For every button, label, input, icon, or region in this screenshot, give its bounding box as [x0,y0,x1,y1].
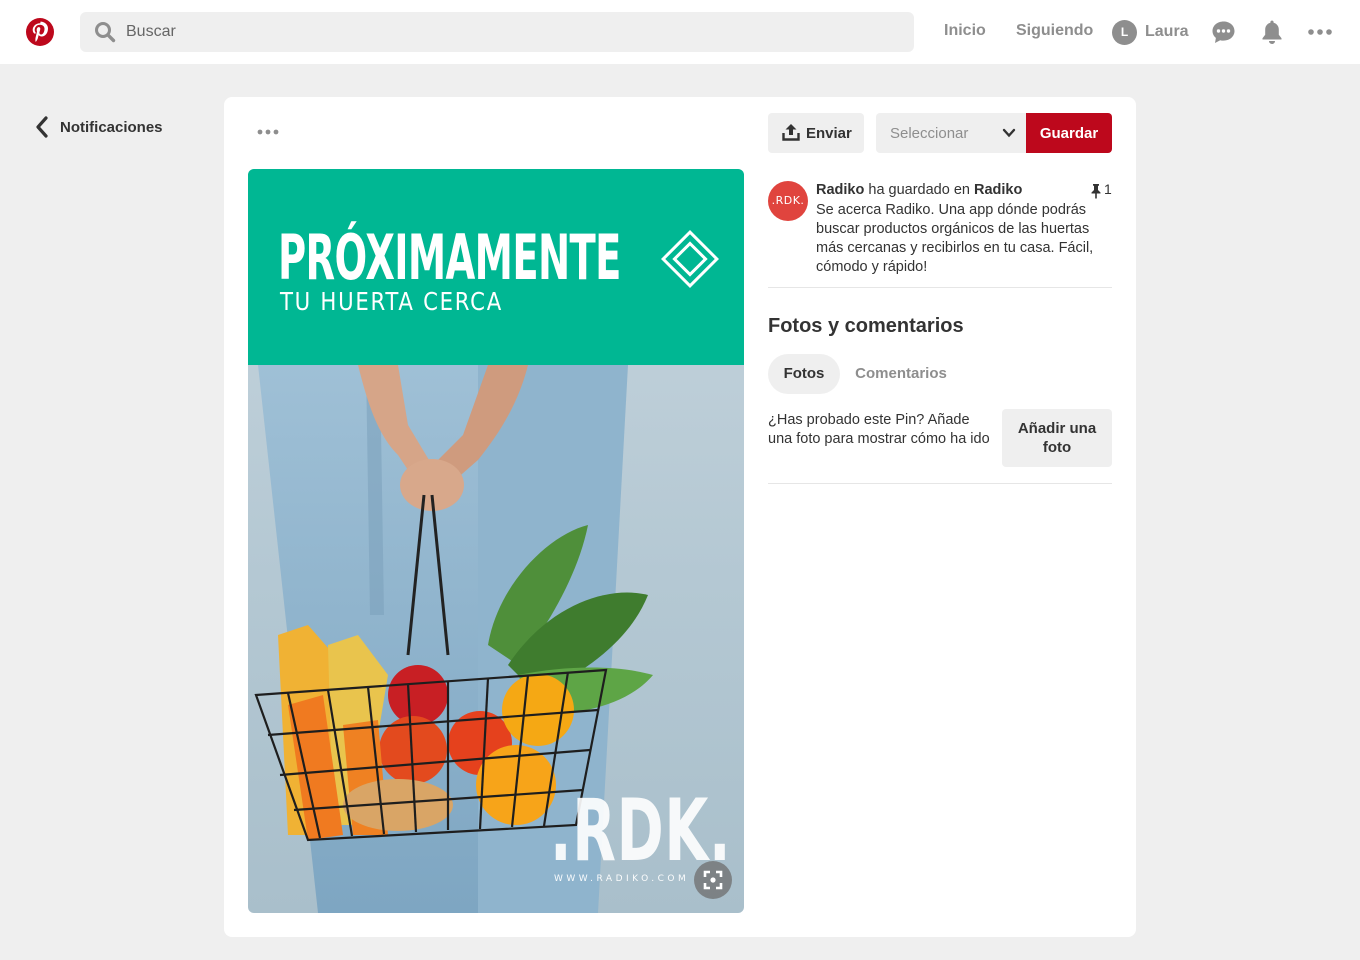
diamond-logo-icon [661,230,719,288]
board-select-placeholder: Seleccionar [890,125,969,142]
pin-image-headline: PRÓXIMAMENTE [278,221,621,294]
pin-image-banner: PRÓXIMAMENTE TU HUERTA CERCA [248,169,744,365]
photos-comments-title: Fotos y comentarios [768,315,964,337]
chevron-left-icon [36,116,48,138]
pin-more-options-icon[interactable] [256,125,280,139]
pushpin-icon [1091,184,1101,199]
saver-avatar[interactable]: .RDK. [768,181,808,221]
saver-board-link[interactable]: Radiko [974,182,1022,198]
pin-count-value: 1 [1104,181,1112,197]
nav-following-link[interactable]: Siguiendo [1016,22,1093,40]
search-bar[interactable] [80,12,914,52]
user-avatar: L [1112,20,1137,45]
back-to-notifications-link[interactable]: Notificaciones [34,114,184,140]
pin-image[interactable]: PRÓXIMAMENTE TU HUERTA CERCA .RDK. WWW.R… [248,169,744,913]
tab-photos[interactable]: Fotos [768,354,840,394]
pin-closeup-card: PRÓXIMAMENTE TU HUERTA CERCA .RDK. WWW.R… [224,97,1136,937]
divider [768,483,1112,484]
board-select-dropdown[interactable]: Seleccionar [876,113,1026,153]
more-options-icon[interactable] [1308,28,1332,36]
save-button[interactable]: Guardar [1026,113,1112,153]
upload-share-icon [782,124,800,141]
expand-icon [703,870,723,890]
tab-comments[interactable]: Comentarios [846,354,956,394]
pin-description: Se acerca Radiko. Una app dónde podrás b… [816,202,1094,275]
saver-user-link[interactable]: Radiko [816,182,864,198]
add-photo-button[interactable]: Añadir una foto [1002,409,1112,467]
pin-image-url: WWW.RADIKO.COM [554,874,690,884]
notifications-bell-icon[interactable] [1261,19,1283,45]
messages-icon[interactable] [1211,20,1236,45]
back-label: Notificaciones [60,119,163,136]
saver-action-text: ha guardado en [868,182,970,198]
add-photo-prompt: ¿Has probado este Pin? Añade una foto pa… [768,412,990,447]
search-input[interactable] [126,12,886,52]
pinterest-logo-icon[interactable] [26,18,54,46]
top-navigation-bar: Inicio Siguiendo L Laura [0,0,1360,64]
expand-image-button[interactable] [694,861,732,899]
send-button-label: Enviar [806,125,852,142]
chevron-down-icon [1002,128,1016,138]
nav-home-link[interactable]: Inicio [944,22,986,40]
saver-attribution: Radiko ha guardado en Radiko [816,182,1022,198]
search-icon [95,22,116,43]
send-button[interactable]: Enviar [768,113,864,153]
pin-image-subheadline: TU HUERTA CERCA [280,287,503,316]
divider [768,287,1112,288]
user-name: Laura [1145,23,1189,40]
